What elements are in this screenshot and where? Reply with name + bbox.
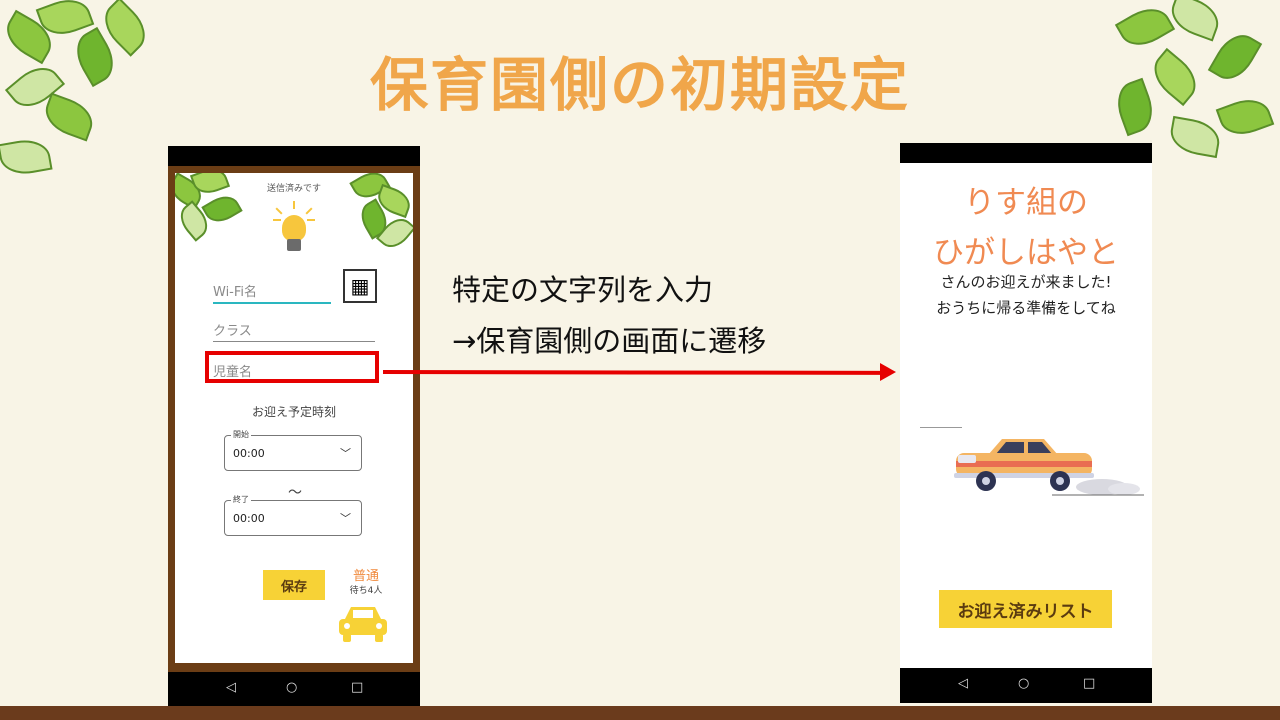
- home-icon[interactable]: ○: [286, 680, 297, 695]
- car-icon: [339, 607, 387, 642]
- speed-line: [920, 427, 962, 428]
- prepare-message: おうちに帰る準備をしてね: [936, 299, 1116, 317]
- android-nav-bar: ◁ ○ □: [900, 668, 1152, 703]
- phone-notification: りす組の ひがしはやと さんのお迎えが来ました! おうちに帰る準備をしてね お迎…: [900, 143, 1152, 703]
- settings-screen: 送信済みです Wi-Fi名 ▦ クラス 児童名 お迎え予定時刻 開始 00:00…: [175, 173, 413, 663]
- arrow-head-icon: [880, 363, 896, 381]
- recent-apps-icon[interactable]: □: [351, 680, 363, 695]
- end-time-value: 00:00: [233, 512, 265, 525]
- start-time-label: 開始: [231, 429, 251, 440]
- range-separator: 〜: [288, 485, 302, 501]
- save-button[interactable]: 保存: [263, 570, 325, 600]
- arrival-message: さんのお迎えが来ました!: [940, 273, 1112, 291]
- phone-settings: 送信済みです Wi-Fi名 ▦ クラス 児童名 お迎え予定時刻 開始 00:00…: [168, 146, 420, 706]
- end-time-select[interactable]: 終了 00:00 ﹀: [224, 494, 362, 536]
- child-name: ひがしはやと: [933, 235, 1119, 271]
- wifi-name-input[interactable]: Wi-Fi名: [213, 281, 331, 304]
- slide-title: 保育園側の初期設定: [369, 51, 910, 119]
- status-bar: [168, 146, 420, 166]
- recent-apps-icon[interactable]: □: [1083, 676, 1095, 691]
- highlight-box: [205, 351, 379, 383]
- picked-up-list-button[interactable]: お迎え済みリスト: [939, 590, 1112, 628]
- congestion-status: 普通: [352, 569, 379, 584]
- chevron-down-icon: ﹀: [340, 512, 351, 525]
- class-name: りす組の: [964, 185, 1088, 221]
- arrow-line: [382, 370, 881, 375]
- sent-status-text: 送信済みです: [266, 184, 321, 194]
- home-icon[interactable]: ○: [1018, 676, 1029, 691]
- class-input[interactable]: クラス: [213, 320, 375, 342]
- car-illustration: [954, 439, 1144, 496]
- pickup-time-label: お迎え予定時刻: [251, 405, 336, 419]
- caption-line-2: →保育園側の画面に遷移: [452, 324, 767, 358]
- start-time-select[interactable]: 開始 00:00 ﹀: [224, 429, 362, 471]
- back-icon[interactable]: ◁: [226, 680, 236, 695]
- back-icon[interactable]: ◁: [958, 676, 968, 691]
- end-time-label: 終了: [231, 494, 251, 505]
- caption-line-1: 特定の文字列を入力: [452, 273, 714, 307]
- phone-frame: 送信済みです Wi-Fi名 ▦ クラス 児童名 お迎え予定時刻 開始 00:00…: [168, 166, 420, 672]
- bottom-border: [0, 706, 1280, 720]
- android-nav-bar: ◁ ○ □: [168, 672, 420, 706]
- start-time-value: 00:00: [233, 447, 265, 460]
- notification-screen: りす組の ひがしはやと さんのお迎えが来ました! おうちに帰る準備をしてね お迎…: [900, 163, 1152, 668]
- waiting-count: 待ち4人: [349, 586, 383, 596]
- qr-code-icon[interactable]: ▦: [343, 269, 377, 303]
- chevron-down-icon: ﹀: [340, 447, 351, 460]
